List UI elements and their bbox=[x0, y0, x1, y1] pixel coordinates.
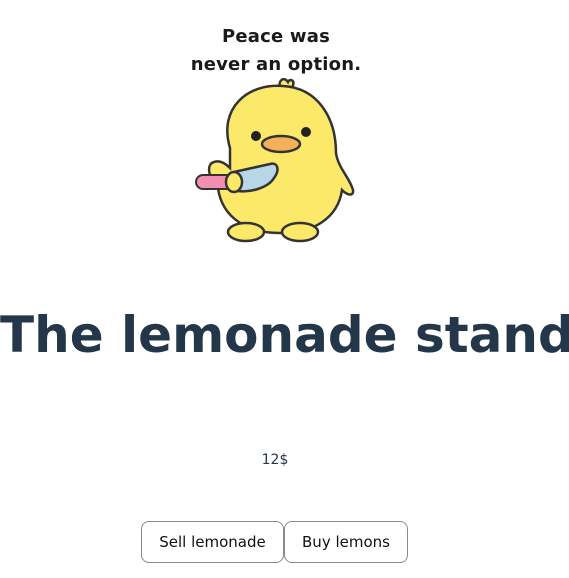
meme-caption-line2: never an option. bbox=[190, 54, 362, 75]
sell-lemonade-button[interactable]: Sell lemonade bbox=[141, 521, 284, 563]
page: Peace was never an option. The lemonade … bbox=[0, 0, 569, 578]
buy-lemons-button[interactable]: Buy lemons bbox=[284, 521, 408, 563]
meme-caption-line1: Peace was bbox=[222, 26, 330, 47]
money-balance: 12$ bbox=[261, 452, 289, 468]
page-title: The lemonade stand bbox=[0, 306, 569, 364]
duck-with-knife-icon bbox=[195, 78, 355, 243]
duck-meme-image: Peace was never an option. bbox=[188, 20, 364, 245]
